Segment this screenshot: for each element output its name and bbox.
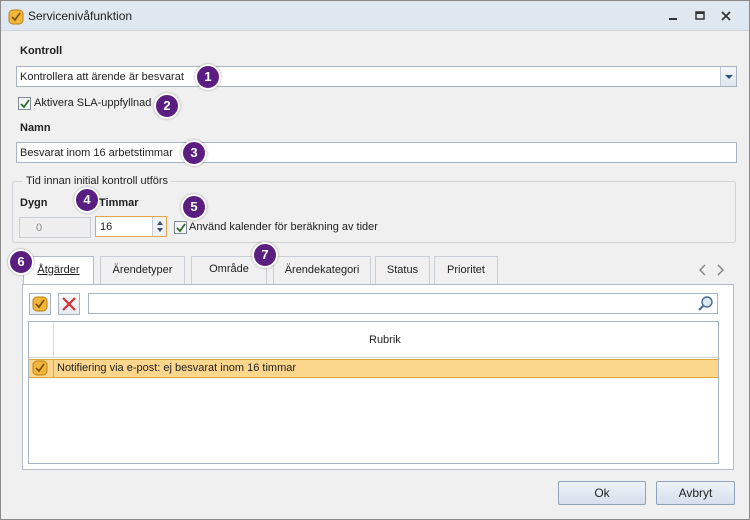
row-selector[interactable]: [29, 360, 54, 377]
delete-icon: [59, 297, 79, 317]
tab-arendekategori[interactable]: Ärendekategori: [273, 256, 371, 284]
callout-2: 2: [154, 93, 180, 119]
tab-label: Område: [209, 263, 249, 275]
row-rubrik: Notifiering via e-post: ej besvarat inom…: [57, 362, 297, 374]
timmar-label: Timmar: [99, 197, 139, 209]
tab-prioritet[interactable]: Prioritet: [434, 256, 498, 284]
minimize-icon[interactable]: [664, 7, 682, 25]
kontroll-combobox[interactable]: Kontrollera att ärende är besvarat: [16, 66, 737, 87]
app-icon: [8, 9, 24, 25]
search-input[interactable]: [88, 293, 718, 314]
dygn-value: 0: [36, 222, 43, 234]
rubrik-column-header[interactable]: Rubrik: [369, 334, 401, 346]
tab-label: Ärendekategori: [284, 264, 360, 276]
callout-1: 1: [195, 64, 221, 90]
callout-3: 3: [181, 140, 207, 166]
grid-selector-header: [29, 322, 54, 358]
tab-scroll-left-icon[interactable]: [698, 264, 708, 279]
sla-checkbox[interactable]: [18, 97, 31, 110]
calendar-checkbox[interactable]: [174, 221, 187, 234]
window-title: Servicenivåfunktion: [28, 9, 133, 23]
ok-button[interactable]: Ok: [558, 481, 646, 505]
timing-legend: Tid innan initial kontroll utförs: [23, 175, 172, 187]
cancel-button[interactable]: Avbryt: [656, 481, 735, 505]
callout-7: 7: [252, 242, 278, 268]
calendar-label[interactable]: Använd kalender för beräkning av tider: [189, 221, 378, 233]
kontroll-value: Kontrollera att ärende är besvarat: [20, 71, 184, 83]
namn-input[interactable]: Besvarat inom 16 arbetstimmar: [16, 142, 737, 163]
dygn-input[interactable]: 0: [19, 217, 91, 238]
delete-action-button[interactable]: [58, 293, 80, 315]
namn-value: Besvarat inom 16 arbetstimmar: [20, 147, 173, 159]
tab-label: Status: [386, 264, 419, 276]
add-action-button[interactable]: [29, 293, 51, 315]
tab-label: Prioritet: [447, 264, 485, 276]
close-icon[interactable]: [717, 7, 735, 25]
timmar-value: 16: [100, 221, 113, 233]
grid-header: Rubrik: [29, 322, 718, 358]
namn-label: Namn: [20, 122, 51, 134]
table-row[interactable]: Notifiering via e-post: ej besvarat inom…: [29, 359, 718, 378]
tab-status[interactable]: Status: [375, 256, 430, 284]
chevron-down-icon[interactable]: [720, 67, 736, 86]
tab-scroll-right-icon[interactable]: [715, 264, 725, 279]
maximize-icon[interactable]: [691, 7, 709, 25]
tab-arendetyper[interactable]: Ärendetyper: [100, 256, 185, 284]
callout-4: 4: [74, 187, 100, 213]
actions-grid: Rubrik Notifiering via e-post: ej besvar…: [28, 321, 719, 464]
sla-label[interactable]: Aktivera SLA-uppfyllnad: [34, 97, 151, 109]
title-bar[interactable]: Servicenivåfunktion: [1, 1, 749, 31]
add-action-icon: [30, 296, 50, 317]
tab-label: Åtgärder: [37, 264, 80, 276]
dialog-window: Servicenivåfunktion Kontroll Kontrollera…: [0, 0, 750, 520]
tab-label: Ärendetyper: [112, 264, 173, 276]
spin-arrows-icon[interactable]: [152, 217, 166, 236]
search-icon[interactable]: [697, 295, 715, 316]
callout-5: 5: [181, 194, 207, 220]
timmar-stepper[interactable]: 16: [95, 216, 167, 237]
dygn-label: Dygn: [20, 197, 48, 209]
kontroll-label: Kontroll: [20, 45, 63, 57]
callout-6: 6: [8, 249, 34, 275]
